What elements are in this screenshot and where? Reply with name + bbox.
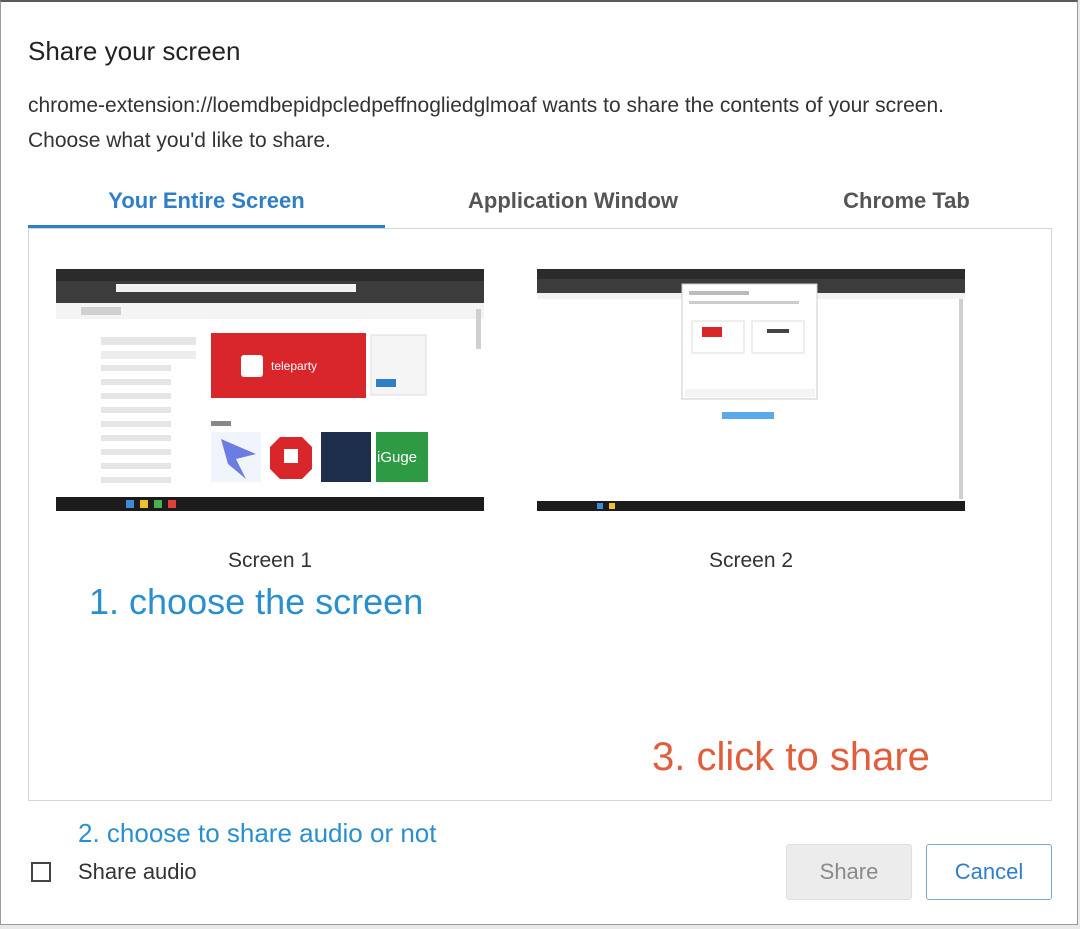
screen-picker-panel: teleparty iGuge Screen 1 Screen 2 1. cho… bbox=[28, 228, 1052, 801]
share-audio-label[interactable]: Share audio bbox=[78, 859, 197, 885]
dialog-title: Share your screen bbox=[28, 36, 241, 66]
screen-2-label: Screen 2 bbox=[708, 549, 794, 572]
tab-chrome-tab[interactable]: Chrome Tab bbox=[761, 182, 1052, 228]
screen-1-label: Screen 1 bbox=[227, 549, 313, 572]
screen-1-preview: teleparty iGuge bbox=[56, 269, 484, 511]
teleparty-brand-text: teleparty bbox=[271, 359, 317, 373]
screen-2-preview bbox=[537, 269, 965, 511]
tab-application-window[interactable]: Application Window bbox=[385, 182, 761, 228]
iguge-icon-text: iGuge bbox=[377, 449, 417, 466]
share-audio-checkbox[interactable] bbox=[31, 862, 51, 882]
share-button[interactable]: Share bbox=[786, 844, 912, 900]
dialog-message: chrome-extension://loemdbepidpcledpeffno… bbox=[28, 94, 944, 152]
source-tabs: Your Entire Screen Application Window Ch… bbox=[28, 182, 1052, 228]
screen-1-thumbnail[interactable]: teleparty iGuge bbox=[56, 269, 484, 511]
annotation-choose-screen: 1. choose the screen bbox=[89, 581, 424, 622]
share-screen-dialog: Share your screen chrome-extension://loe… bbox=[0, 0, 1078, 925]
tab-entire-screen[interactable]: Your Entire Screen bbox=[28, 182, 385, 228]
annotation-click-to-share: 3. click to share bbox=[652, 735, 930, 779]
cancel-button[interactable]: Cancel bbox=[926, 844, 1052, 900]
screen-2-thumbnail[interactable] bbox=[537, 269, 965, 511]
annotation-share-audio: 2. choose to share audio or not bbox=[78, 818, 437, 848]
